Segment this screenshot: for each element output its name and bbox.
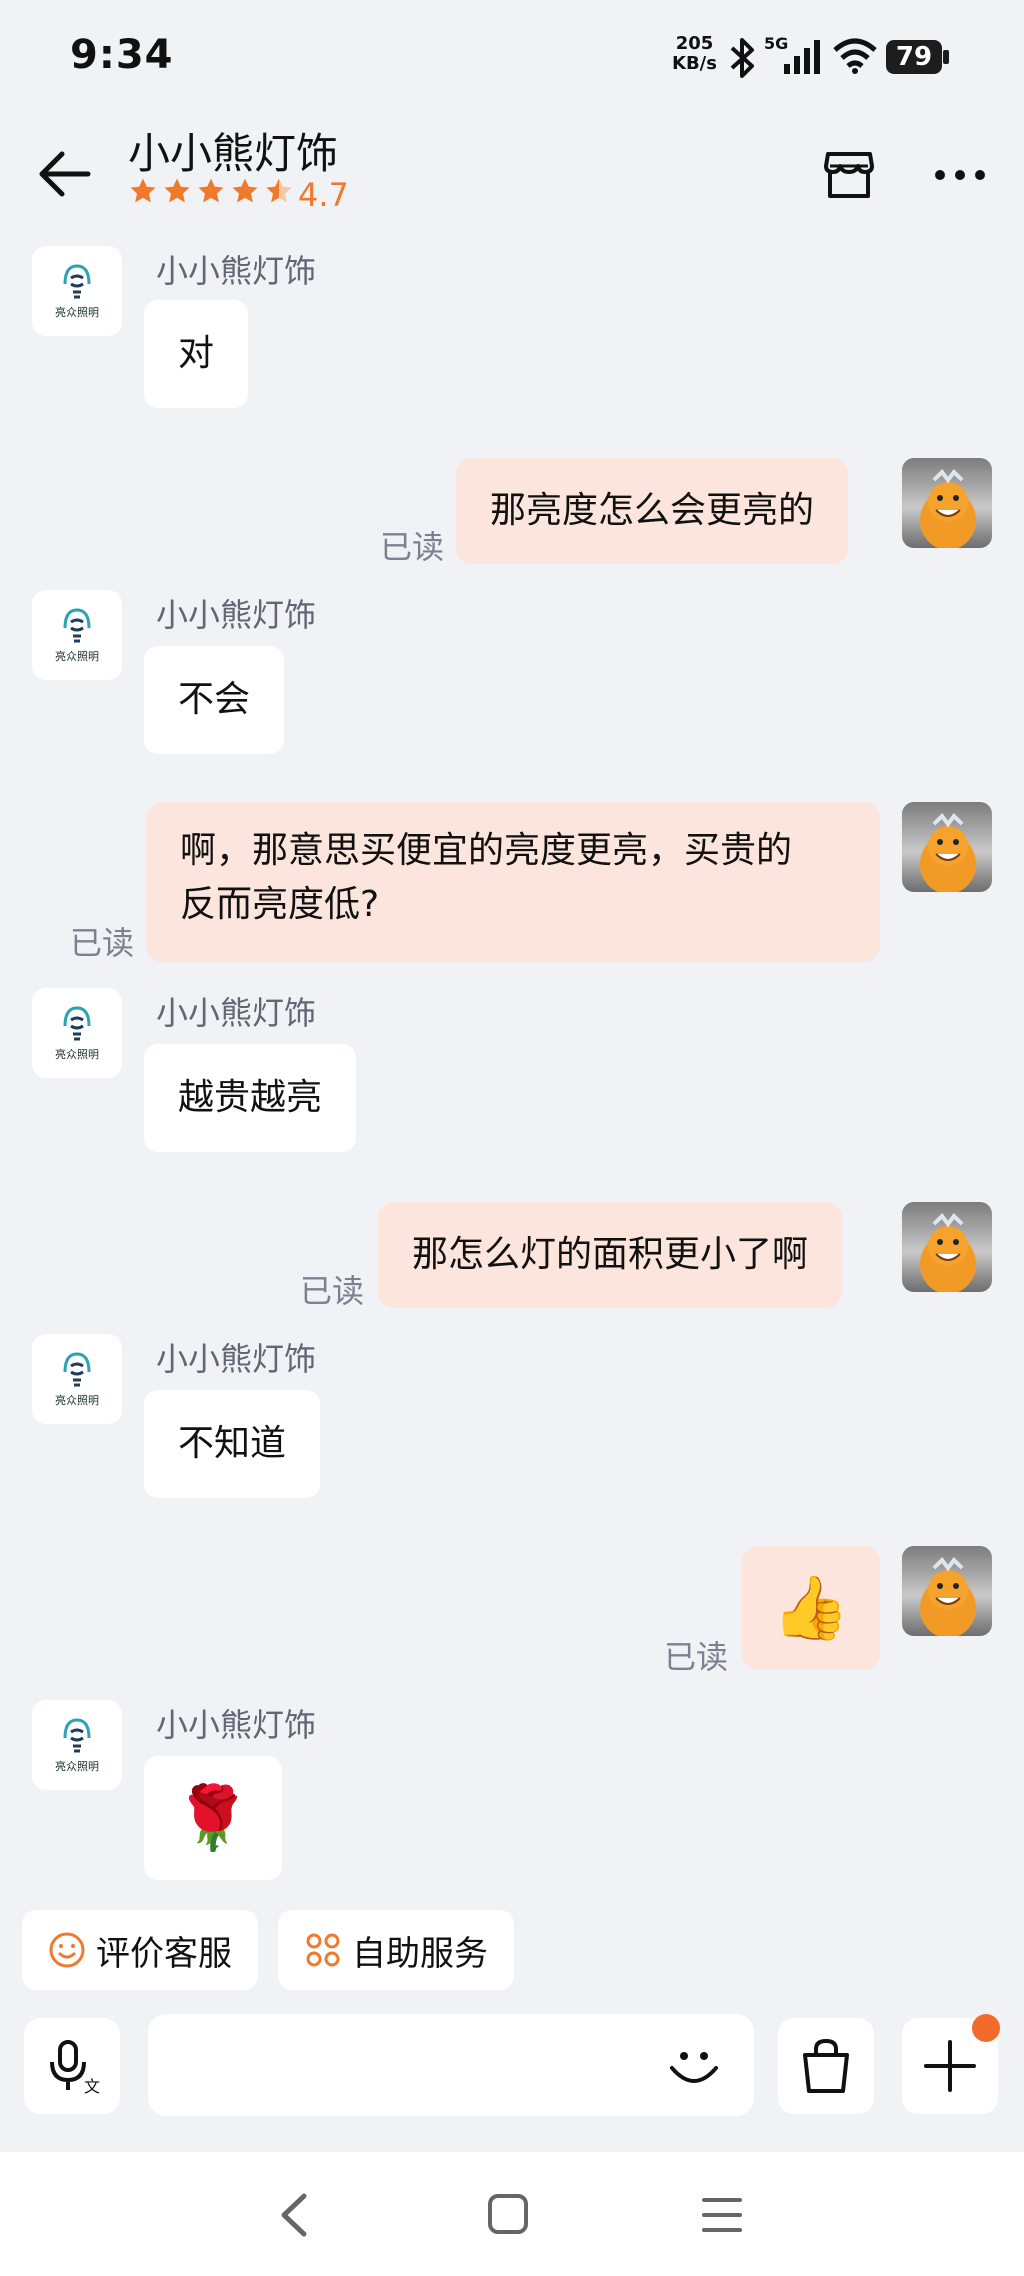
rose-emoji-bubble[interactable]: 🌹	[144, 1756, 282, 1880]
shop-logo-text: 亮众照明	[55, 1394, 99, 1407]
shop-avatar[interactable]: 亮众照明	[32, 988, 122, 1078]
shop-logo-text: 亮众照明	[55, 1048, 99, 1061]
user-avatar[interactable]	[902, 802, 992, 892]
store-icon[interactable]	[822, 148, 876, 202]
voice-input-button[interactable]: 文	[24, 2018, 120, 2114]
incoming-message-bubble[interactable]: 对	[144, 300, 249, 408]
self-service-label: 自助服务	[352, 1933, 488, 1974]
page-title[interactable]: 小小熊灯饰	[128, 120, 338, 181]
rating-value: 4.7	[298, 176, 349, 214]
message-text-line: 啊，那意思买便宜的亮度更亮，买贵的	[180, 830, 793, 871]
rate-service-button[interactable]: 评价客服	[22, 1910, 258, 1990]
microphone-icon: 文	[50, 2040, 100, 2094]
incoming-message-bubble[interactable]: 不会	[144, 646, 285, 754]
shop-logo-text: 亮众照明	[55, 650, 99, 663]
battery-icon: 79	[886, 40, 942, 74]
smiley-icon	[49, 1932, 85, 1968]
shop-logo-text: 亮众照明	[55, 306, 99, 319]
incoming-message-bubble[interactable]: 不知道	[144, 1390, 321, 1498]
sender-name: 小小熊灯饰	[156, 1706, 317, 1744]
read-status: 已读	[70, 924, 135, 962]
user-avatar[interactable]	[902, 458, 992, 548]
svg-text:文: 文	[84, 2077, 100, 2094]
grid-icon	[306, 1933, 340, 1967]
read-status: 已读	[380, 528, 445, 566]
lightbulb-logo-icon	[63, 1352, 91, 1387]
outgoing-message-bubble[interactable]: 那怎么灯的面积更小了啊	[378, 1202, 843, 1308]
nav-back-icon[interactable]	[274, 2190, 314, 2240]
status-time: 9:34	[70, 32, 174, 78]
thumbs-up-emoji-bubble[interactable]: 👍	[742, 1546, 880, 1670]
product-button[interactable]	[778, 2018, 874, 2114]
sender-name: 小小熊灯饰	[156, 596, 317, 634]
bluetooth-icon	[730, 38, 754, 78]
sender-name: 小小熊灯饰	[156, 994, 317, 1032]
net-speed-unit: KB/s	[672, 53, 717, 74]
net-speed-value: 205	[675, 33, 714, 54]
shopping-bag-icon	[803, 2038, 849, 2093]
wifi-icon	[833, 38, 877, 74]
lightbulb-logo-icon	[63, 264, 91, 299]
nav-home-icon[interactable]	[486, 2192, 530, 2236]
star-rating	[128, 176, 294, 206]
nav-menu-icon[interactable]	[700, 2194, 744, 2236]
notification-dot	[972, 2014, 1000, 2042]
orange-mascot-icon	[920, 468, 976, 548]
read-status: 已读	[664, 1638, 729, 1676]
self-service-button[interactable]: 自助服务	[278, 1910, 514, 1990]
orange-mascot-icon	[920, 812, 976, 892]
star-icon	[130, 178, 156, 203]
sender-name: 小小熊灯饰	[156, 1340, 317, 1378]
back-arrow-icon[interactable]	[38, 148, 94, 200]
plus-icon	[924, 2040, 976, 2092]
sender-name: 小小熊灯饰	[156, 252, 317, 290]
user-avatar[interactable]	[902, 1546, 992, 1636]
shop-logo-text: 亮众照明	[55, 1760, 99, 1773]
orange-mascot-icon	[920, 1212, 976, 1292]
shop-avatar[interactable]: 亮众照明	[32, 246, 122, 336]
lightbulb-logo-icon	[63, 608, 91, 643]
incoming-message-bubble[interactable]: 越贵越亮	[144, 1044, 357, 1152]
outgoing-message-bubble[interactable]: 那亮度怎么会更亮的	[456, 458, 849, 564]
star-icon	[198, 178, 224, 203]
more-icon[interactable]	[932, 150, 988, 200]
message-text-line: 反而亮度低?	[180, 884, 380, 925]
rate-service-label: 评价客服	[96, 1933, 232, 1974]
shop-avatar[interactable]: 亮众照明	[32, 590, 122, 680]
lightbulb-logo-icon	[63, 1718, 91, 1753]
outgoing-message-bubble[interactable]: 啊，那意思买便宜的亮度更亮，买贵的 反而亮度低?	[146, 802, 880, 962]
half-star-icon	[266, 178, 292, 203]
signal-icon	[784, 40, 820, 74]
shop-avatar[interactable]: 亮众照明	[32, 1700, 122, 1790]
lightbulb-logo-icon	[63, 1006, 91, 1041]
net-speed: 205 KB/s	[672, 34, 717, 74]
star-icon	[164, 178, 190, 203]
read-status: 已读	[300, 1272, 365, 1310]
battery-tip	[943, 50, 949, 64]
shop-avatar[interactable]: 亮众照明	[32, 1334, 122, 1424]
star-icon	[232, 178, 258, 203]
orange-mascot-icon	[920, 1556, 976, 1636]
user-avatar[interactable]	[902, 1202, 992, 1292]
emoji-icon[interactable]	[664, 2038, 724, 2098]
